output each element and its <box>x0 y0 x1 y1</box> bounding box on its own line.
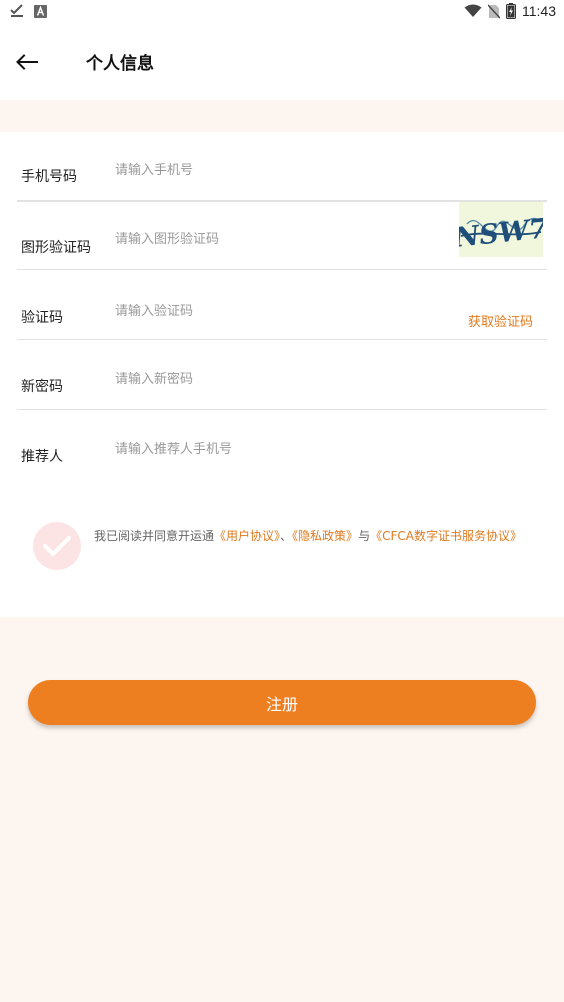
referrer-input[interactable] <box>115 442 435 457</box>
get-code-button[interactable]: 获取验证码 <box>468 311 533 330</box>
status-left-icons <box>10 4 47 18</box>
no-sim-icon <box>488 4 500 18</box>
status-bar: 11:43 <box>0 0 564 24</box>
phone-row: 手机号码 <box>17 132 547 202</box>
status-time: 11:43 <box>522 3 556 19</box>
download-done-icon <box>10 4 23 17</box>
captcha-label: 图形验证码 <box>21 240 91 256</box>
referrer-label: 推荐人 <box>21 449 63 465</box>
app-bar: 个人信息 <box>0 24 564 100</box>
agreement-text: 我已阅读并同意开运通《用户协议》、《隐私政策》与《CFCA数字证书服务协议》 <box>94 526 534 547</box>
privacy-policy-link[interactable]: 《隐私政策》 <box>292 529 358 543</box>
captcha-image[interactable]: NSW7 <box>452 202 549 257</box>
check-icon <box>43 536 71 556</box>
font-a-icon <box>34 4 47 18</box>
captcha-row: 图形验证码 NSW7 <box>17 199 549 270</box>
agreement-conjunction: 与 <box>358 529 371 543</box>
referrer-row: 推荐人 <box>17 410 547 480</box>
registration-form: 手机号码 图形验证码 NSW7 验证码 获取验证码 新密码 推荐人 <box>0 132 564 617</box>
agreement-separator: 、 <box>280 529 293 543</box>
phone-label: 手机号码 <box>21 169 77 185</box>
register-button[interactable]: 注册 <box>28 680 536 725</box>
captcha-text: NSW7 <box>459 213 543 254</box>
agreement-checkbox[interactable] <box>33 522 81 570</box>
phone-input[interactable] <box>115 163 435 178</box>
back-button[interactable] <box>12 48 42 76</box>
status-right-icons: 11:43 <box>464 3 556 19</box>
wifi-icon <box>464 4 482 17</box>
page-title: 个人信息 <box>86 54 154 74</box>
arrow-left-icon <box>16 54 38 70</box>
agreement-prefix: 我已阅读并同意开运通 <box>94 529 215 543</box>
user-agreement-link[interactable]: 《用户协议》 <box>214 529 280 543</box>
new-password-label: 新密码 <box>21 379 63 395</box>
captcha-graphic: NSW7 <box>452 213 549 254</box>
sms-code-input[interactable] <box>115 304 375 319</box>
sms-code-label: 验证码 <box>21 310 63 326</box>
cfca-agreement-link[interactable]: 《CFCA数字证书服务协议》 <box>370 529 522 543</box>
captcha-input[interactable] <box>115 232 435 247</box>
sms-code-row: 验证码 获取验证码 <box>17 270 547 340</box>
new-password-input[interactable] <box>115 372 435 387</box>
battery-charging-icon <box>506 3 516 19</box>
new-password-row: 新密码 <box>17 340 547 410</box>
